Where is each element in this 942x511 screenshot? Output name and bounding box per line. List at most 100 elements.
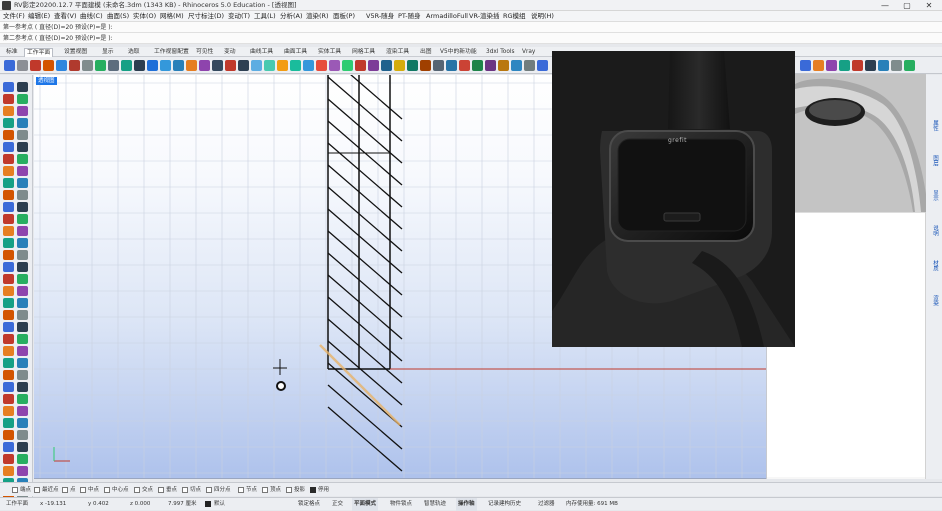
status-osnap[interactable]: 物件锁点 [388,498,414,511]
status-planar[interactable]: 平面模式 [352,498,379,511]
zoom-window-icon[interactable] [173,60,184,71]
tool-icon[interactable] [3,346,14,356]
zoom-icon[interactable] [160,60,171,71]
viewport-title-label[interactable]: 透视图 [36,77,57,85]
tool-icon[interactable] [3,382,14,392]
layer-color-swatch[interactable] [205,501,211,507]
analyze-icon[interactable] [433,60,444,71]
tool-icon[interactable] [17,130,28,140]
shade-icon[interactable] [277,60,288,71]
zoom-selected-icon[interactable] [199,60,210,71]
tab-transform[interactable]: 变动 [222,48,238,57]
tool-icon[interactable] [3,310,14,320]
tool-icon[interactable] [3,406,14,416]
tool-icon[interactable] [17,202,28,212]
render-icon[interactable] [459,60,470,71]
tool-icon[interactable] [17,382,28,392]
tool-icon[interactable] [17,286,28,296]
print-icon[interactable] [43,60,54,71]
tool-icon[interactable] [3,466,14,476]
tool-icon[interactable] [3,118,14,128]
osnap-icon[interactable] [342,60,353,71]
tool-icon[interactable] [3,226,14,236]
environment-icon[interactable] [485,60,496,71]
tab-cplanes[interactable]: 工作平面 [24,48,54,57]
tab-mesh-tools[interactable]: 网格工具 [350,48,377,57]
menu-analyze[interactable]: 分析(A) [280,11,303,22]
tab-new-in-v5[interactable]: V5中的新功能 [438,48,479,57]
osnap-center[interactable]: 中心点 [104,485,129,495]
menu-panels[interactable]: 面板(P) [333,11,355,22]
rotate-view-icon[interactable] [147,60,158,71]
tool-icon[interactable] [3,358,14,368]
reference-image-watch-side[interactable] [795,74,926,212]
tool-icon[interactable] [3,154,14,164]
tool-icon[interactable] [3,274,14,284]
tool-icon[interactable] [3,178,14,188]
osnap-perp[interactable]: 垂点 [158,485,177,495]
osnap-checkbox[interactable] [206,486,212,493]
menu-curve[interactable]: 曲线(C) [80,11,103,22]
osnap-checkbox[interactable] [104,486,110,493]
save-icon[interactable] [30,60,41,71]
tool-icon[interactable] [17,106,28,116]
panel-tab-materials[interactable]: 材质 [929,260,938,271]
osnap-checkbox[interactable] [238,486,244,493]
paste-icon[interactable] [95,60,106,71]
new-file-icon[interactable] [4,60,15,71]
tool-icon[interactable] [17,274,28,284]
tool-icon[interactable] [17,178,28,188]
tool-icon[interactable] [17,226,28,236]
undo-icon[interactable] [108,60,119,71]
tool-icon[interactable] [3,142,14,152]
menu-dimension[interactable]: 尺寸标注(D) [188,11,224,22]
cut-icon[interactable] [69,60,80,71]
status-grid-snap[interactable]: 锁定格点 [296,498,322,511]
tool-icon[interactable] [17,442,28,452]
pan-icon[interactable] [134,60,145,71]
tab-viewport-layout[interactable]: 工作视窗配置 [152,48,191,57]
osnap-checkbox[interactable] [80,486,86,493]
options-icon[interactable] [381,60,392,71]
menu-mesh[interactable]: 网格(M) [160,11,184,22]
tab-visibility[interactable]: 可见性 [194,48,215,57]
tab-3dxl-tools[interactable]: 3dxl Tools [484,48,517,57]
tool-icon[interactable] [17,370,28,380]
menu-rg[interactable]: RG模组 [503,11,526,22]
osnap-checkbox[interactable] [12,486,18,493]
tool-icon[interactable] [17,238,28,248]
menu-pt[interactable]: PT-随身 [398,11,421,22]
match-icon[interactable] [394,60,405,71]
status-gumball[interactable]: 操作轴 [456,498,477,511]
tool-icon[interactable] [17,310,28,320]
menu-vr[interactable]: VR-渲染插 [469,11,500,22]
tab-standard[interactable]: 标准 [4,48,20,57]
menu-render[interactable]: 渲染(R) [306,11,329,22]
tool-icon[interactable] [17,466,28,476]
osnap-project[interactable]: 投影 [286,485,305,495]
reference-image-watch[interactable]: grefit [552,51,795,347]
tool-icon[interactable] [17,262,28,272]
command-prompt-line[interactable]: 第二参考点 ( 直径(D)=20 预设(P)=是 ): [0,33,942,44]
open-file-icon[interactable] [17,60,28,71]
osnap-end[interactable]: 端点 [12,485,31,495]
osnap-disable[interactable]: 停用 [310,485,329,495]
tab-render-tools[interactable]: 渲染工具 [384,48,411,57]
panel-tab-layers[interactable]: 图层 [929,155,938,166]
copy-icon[interactable] [82,60,93,71]
tool-icon[interactable] [17,214,28,224]
tool-icon[interactable] [17,190,28,200]
tab-drafting[interactable]: 出图 [418,48,434,57]
tool-icon[interactable] [3,454,14,464]
osnap-checkbox[interactable] [286,486,292,493]
select-all-icon[interactable] [225,60,236,71]
osnap-checkbox[interactable] [34,486,40,493]
zoom-extents-icon[interactable] [186,60,197,71]
osnap-point[interactable]: 点 [62,485,76,495]
osnap-checkbox[interactable] [182,486,188,493]
menu-solid[interactable]: 实体(O) [133,11,156,22]
menu-v5r[interactable]: V5R-随身 [366,11,394,22]
tool-icon[interactable] [17,394,28,404]
import-icon[interactable] [56,60,67,71]
tool-icon[interactable] [17,142,28,152]
